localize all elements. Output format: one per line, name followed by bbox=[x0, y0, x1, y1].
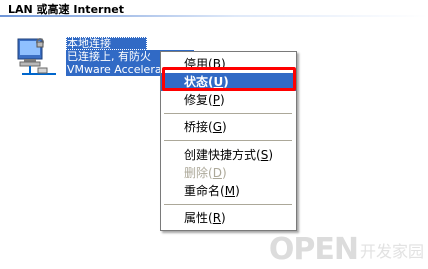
connection-name[interactable]: 本地连接 bbox=[66, 37, 147, 50]
network-connection-icon[interactable] bbox=[12, 32, 64, 82]
watermark: OPEN 开发家园 bbox=[269, 232, 424, 267]
menu-item-label: 重命名 bbox=[184, 184, 221, 198]
menu-accelerator: D bbox=[212, 166, 222, 180]
menu-accelerator: R bbox=[212, 211, 222, 225]
menu-separator bbox=[164, 140, 292, 141]
annotation-highlight-box bbox=[162, 67, 296, 91]
connection-device: VMware Accelerat bbox=[66, 63, 165, 76]
header-divider bbox=[0, 15, 428, 17]
menu-separator bbox=[164, 113, 292, 114]
menu-item-label: 属性 bbox=[184, 211, 209, 225]
menu-item-delete: 删除(D) bbox=[184, 166, 227, 180]
watermark-subtitle: 开发家园 bbox=[359, 241, 424, 261]
watermark-logo: OPEN bbox=[268, 232, 359, 267]
menu-item-label: 桥接 bbox=[184, 120, 209, 134]
menu-accelerator: S bbox=[260, 148, 269, 162]
menu-item-bridge[interactable]: 桥接(G) bbox=[161, 118, 296, 136]
menu-accelerator: G bbox=[212, 120, 223, 134]
menu-item-label: 创建快捷方式 bbox=[184, 148, 257, 162]
category-header: LAN 或高速 Internet bbox=[0, 0, 428, 17]
menu-item-create-shortcut[interactable]: 创建快捷方式(S) bbox=[161, 146, 296, 164]
menu-accelerator: M bbox=[224, 184, 236, 198]
menu-item-rename[interactable]: 重命名(M) bbox=[161, 182, 296, 200]
menu-accelerator: P bbox=[212, 93, 220, 107]
menu-item-label: 删除 bbox=[184, 166, 209, 180]
menu-separator bbox=[164, 204, 292, 205]
menu-item-label: 修复 bbox=[184, 93, 209, 107]
menu-item-properties[interactable]: 属性(R) bbox=[161, 209, 296, 227]
menu-item-repair[interactable]: 修复(P) bbox=[161, 91, 296, 109]
